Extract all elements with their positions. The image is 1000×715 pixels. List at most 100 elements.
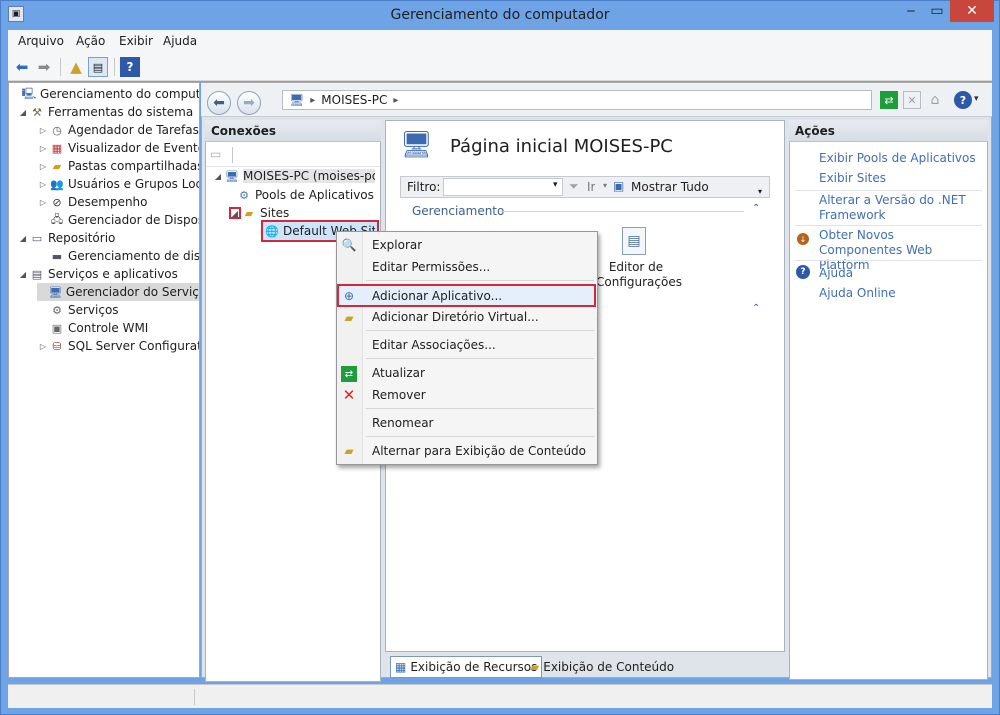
menu-separator (366, 358, 594, 359)
close-button[interactable]: ✕ (950, 0, 994, 22)
back-button[interactable]: ⬅ (207, 91, 231, 115)
action-change-net-version[interactable]: Alterar a Versão do .NET Framework (819, 193, 969, 223)
go-dropdown-icon[interactable]: ▾ (603, 181, 607, 190)
expand-arrow-icon[interactable]: ▷ (37, 180, 49, 189)
features-view-icon: ▦ (395, 660, 407, 674)
filter-dropdown-icon[interactable]: ▾ (553, 180, 558, 190)
server-large-icon: 🖥 (400, 130, 434, 160)
tree-item-local-users[interactable]: ▷ 👥 Usuários e Grupos Loca (37, 175, 199, 193)
filter-input[interactable] (443, 178, 563, 196)
group-collapse-icon[interactable]: ⌃ (752, 303, 760, 314)
menu-ajuda[interactable]: Ajuda (163, 34, 197, 48)
toolbar-divider (60, 58, 61, 76)
group-label-management: Gerenciamento (412, 204, 505, 218)
server-icon: 🖥 (289, 93, 305, 107)
storage-icon: ▭ (31, 231, 43, 245)
maximize-button[interactable]: ▭ (924, 0, 950, 22)
menu-item-rename[interactable]: Renomear (372, 416, 434, 430)
tree-item-services[interactable]: ⚙ Serviços (37, 301, 119, 319)
group-divider (500, 211, 744, 212)
config-editor-label[interactable]: Editor de Configurações (596, 260, 682, 290)
group-collapse-icon[interactable]: ⌃ (752, 203, 760, 214)
help-dropdown-icon[interactable]: ▾ (974, 94, 979, 104)
tree-node-app-pools[interactable]: ⚙ Pools de Aplicativos (236, 186, 374, 204)
tab-features-view[interactable]: ▦ Exibição de Recursos (390, 656, 543, 678)
go-button[interactable]: Ir (587, 180, 595, 194)
collapse-arrow-icon[interactable]: ◢ (17, 270, 29, 279)
action-help-online[interactable]: Ajuda Online (819, 286, 896, 301)
tree-item-sql-server[interactable]: ▷ ⛁ SQL Server Configuratic (37, 337, 199, 355)
tree-node-server[interactable]: ◢ 🖥 MOISES-PC (moises-pc\ (212, 167, 375, 185)
tree-item-iis-manager[interactable]: 🖥 Gerenciador do Serviços (37, 283, 199, 301)
collapse-arrow-icon[interactable]: ◢ (17, 234, 29, 243)
collapse-arrow-icon[interactable]: ◢ (17, 108, 29, 117)
expand-arrow-icon[interactable]: ▷ (37, 126, 49, 135)
clock-icon: ◷ (52, 123, 62, 137)
globe-icon: 🌐 (265, 224, 279, 238)
expand-arrow-icon[interactable]: ▷ (37, 198, 49, 207)
menu-exibir[interactable]: Exibir (119, 34, 153, 48)
menu-item-edit-permissions[interactable]: Editar Permissões... (372, 260, 490, 274)
address-field[interactable]: 🖥 ▸ MOISES-PC ▸ (282, 90, 872, 110)
show-all-button[interactable]: Mostrar Tudo (631, 180, 709, 194)
tree-item-services-apps[interactable]: ◢ ▤ Serviços e aplicativos (17, 265, 178, 283)
collapse-arrow-icon[interactable]: ◢ (229, 209, 241, 218)
action-view-sites[interactable]: Exibir Sites (819, 171, 886, 186)
config-editor-icon[interactable]: ▤ (622, 227, 646, 255)
menu-item-explore[interactable]: Explorar (372, 238, 422, 252)
expand-arrow-icon[interactable]: ▷ (37, 162, 49, 171)
tree-item-shared-folders[interactable]: ▷ ▰ Pastas compartilhadas (37, 157, 199, 175)
tree-item-storage[interactable]: ◢ ▭ Repositório (17, 229, 115, 247)
menu-item-switch-content-view[interactable]: Alternar para Exibição de Conteúdo (372, 444, 586, 458)
tree-item-task-scheduler[interactable]: ▷ ◷ Agendador de Tarefas (37, 121, 199, 139)
collapse-arrow-icon[interactable]: ◢ (212, 172, 224, 181)
tree-item-performance[interactable]: ▷ ⊘ Desempenho (37, 193, 148, 211)
menu-item-refresh[interactable]: Atualizar (372, 366, 425, 380)
menu-item-remove[interactable]: Remover (372, 388, 426, 402)
action-view-app-pools[interactable]: Exibir Pools de Aplicativos (819, 151, 976, 166)
switch-content-view-icon: ▰ (344, 444, 354, 458)
tree-item-wmi[interactable]: ▣ Controle WMI (37, 319, 149, 337)
show-all-icon: ▣ (613, 179, 625, 193)
menu-separator (366, 408, 594, 409)
tree-item-system-tools[interactable]: ◢ ⚒ Ferramentas do sistema (17, 103, 193, 121)
add-virtual-directory-icon: ▰ (344, 311, 354, 325)
up-folder-icon[interactable]: ▲ (66, 57, 86, 77)
forward-button[interactable]: ➡ (237, 91, 261, 115)
back-arrow-icon[interactable]: ⬅ (12, 57, 32, 77)
menu-item-edit-bindings[interactable]: Editar Associações... (372, 338, 496, 352)
new-connection-icon[interactable]: ▭ (210, 147, 226, 163)
funnel-icon[interactable]: ⏷ (569, 179, 579, 194)
page-title: Página inicial MOISES-PC (450, 136, 673, 157)
expand-arrow-icon[interactable]: ▷ (37, 342, 49, 351)
help-circle-icon[interactable]: ? (954, 91, 972, 109)
computer-management-icon: 🖳 (21, 86, 37, 100)
disk-icon: ▬ (51, 249, 63, 263)
iis-icon: 🖥 (48, 285, 63, 299)
refresh-icon[interactable]: ⇄ (880, 91, 898, 109)
show-hide-tree-icon[interactable]: ▤ (88, 57, 108, 77)
menu-separator (366, 280, 594, 281)
actions-divider (795, 190, 982, 191)
tree-item-disk-management[interactable]: ▬ Gerenciamento de disco (37, 247, 199, 265)
home-icon[interactable]: ⌂ (926, 91, 944, 109)
tab-content-view[interactable]: ▰ Exibição de Conteúdo (526, 656, 678, 678)
toolbar-divider (114, 58, 115, 76)
refresh-icon: ⇄ (341, 366, 357, 382)
menu-item-add-virtual-directory[interactable]: Adicionar Diretório Virtual... (372, 310, 539, 324)
help-icon[interactable]: ? (120, 57, 140, 77)
expand-arrow-icon[interactable]: ▷ (37, 144, 49, 153)
minimize-button[interactable]: ‒ (898, 0, 924, 22)
menu-arquivo[interactable]: Arquivo (18, 34, 64, 48)
menu-acao[interactable]: Ação (76, 34, 105, 48)
menu-separator (366, 436, 594, 437)
stop-icon[interactable]: ✕ (903, 91, 921, 109)
tree-item-device-manager[interactable]: 🖧 Gerenciador de Disposit (37, 211, 199, 229)
tree-item-event-viewer[interactable]: ▷ ▦ Visualizador de Eventos (37, 139, 199, 157)
title-bar[interactable]: ▣ Gerenciamento do computador ‒ ▭ ✕ (0, 0, 1000, 30)
action-help[interactable]: Ajuda (819, 266, 853, 281)
menu-item-add-application[interactable]: Adicionar Aplicativo... (372, 289, 502, 303)
filter-menu-icon[interactable]: ▾ (758, 187, 762, 196)
tree-item-computer-management[interactable]: 🖳 Gerenciamento do computado (9, 85, 199, 103)
forward-arrow-icon[interactable]: ➡ (34, 57, 54, 77)
